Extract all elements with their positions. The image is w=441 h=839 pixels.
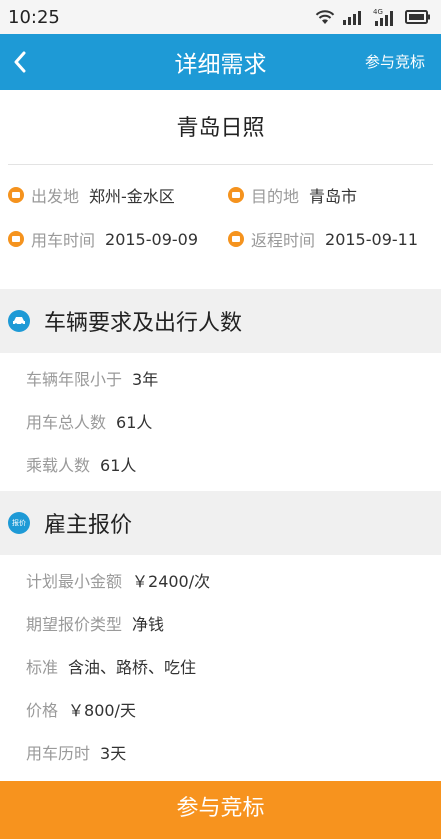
passengers-value: 61人 (100, 455, 137, 475)
return-date-label: 返程时间 (251, 231, 316, 250)
status-bar: 10:25 4G (0, 0, 441, 34)
departure-label: 出发地 (31, 187, 80, 206)
total-people-row: 用车总人数 61人 (26, 399, 152, 442)
total-people-value: 61人 (116, 412, 153, 432)
vehicle-section-title: 车辆要求及出行人数 (44, 311, 243, 336)
status-time: 10:25 (8, 6, 60, 28)
vehicle-section-header: 车辆要求及出行人数 (0, 289, 441, 353)
quote-type-value: 净钱 (132, 614, 165, 634)
standard-value: 含油、路桥、吃住 (68, 657, 197, 677)
quote-type-label: 期望报价类型 (26, 614, 123, 634)
min-amount-value: ￥2400/次 (132, 571, 211, 591)
duration-row: 用车历时 3天 (26, 730, 126, 773)
destination: 目的地 青岛市 (228, 172, 357, 218)
signal-icon (343, 11, 361, 25)
location-pin-icon (8, 187, 24, 203)
departure: 出发地 郑州-金水区 (8, 172, 175, 218)
passengers-label: 乘载人数 (26, 455, 91, 475)
return-date-value: 2015-09-11 (325, 229, 418, 249)
battery-icon (405, 10, 430, 24)
vehicle-age-label: 车辆年限小于 (26, 369, 123, 389)
calendar-icon (8, 231, 24, 247)
price-value: ￥800/天 (68, 700, 136, 720)
wifi-icon (315, 10, 335, 24)
back-button[interactable] (0, 34, 40, 90)
price-row: 价格 ￥800/天 (26, 687, 136, 730)
duration-value: 3天 (100, 743, 127, 763)
departure-value: 郑州-金水区 (89, 187, 175, 206)
status-icons: 4G (315, 8, 431, 26)
passengers-row: 乘载人数 61人 (26, 442, 136, 485)
destination-value: 青岛市 (309, 187, 358, 206)
start-date-label: 用车时间 (31, 231, 96, 250)
price-label: 价格 (26, 700, 59, 720)
route-title: 青岛日照 (176, 116, 265, 141)
chevron-left-icon (14, 51, 26, 73)
calendar-icon (228, 231, 244, 247)
divider (8, 164, 433, 165)
destination-label: 目的地 (251, 187, 300, 206)
return-date: 返程时间 2015-09-11 (228, 216, 418, 262)
standard-label: 标准 (26, 657, 59, 677)
svg-text:4G: 4G (373, 8, 383, 16)
duration-label: 用车历时 (26, 743, 91, 763)
nav-bar: 详细需求 参与竞标 (0, 34, 441, 90)
start-date: 用车时间 2015-09-09 (8, 216, 198, 262)
quote-section-title: 雇主报价 (44, 513, 133, 538)
location-pin-icon (228, 187, 244, 203)
quote-icon: 报价 (8, 512, 30, 534)
signal-4g-icon: 4G (373, 8, 393, 26)
start-date-value: 2015-09-09 (105, 229, 198, 249)
vehicle-age-row: 车辆年限小于 3年 (26, 356, 158, 399)
vehicle-age-value: 3年 (132, 369, 159, 389)
min-amount-row: 计划最小金额 ￥2400/次 (26, 558, 210, 601)
quote-type-row: 期望报价类型 净钱 (26, 601, 164, 644)
trip-row-places: 出发地 郑州-金水区 目的地 青岛市 (0, 172, 441, 218)
car-icon (8, 310, 30, 332)
bid-link[interactable]: 参与竞标 (365, 34, 425, 90)
quote-section-header: 报价 雇主报价 (0, 491, 441, 555)
min-amount-label: 计划最小金额 (26, 571, 123, 591)
trip-row-dates: 用车时间 2015-09-09 返程时间 2015-09-11 (0, 216, 441, 262)
bid-button[interactable]: 参与竞标 (0, 781, 441, 839)
total-people-label: 用车总人数 (26, 412, 107, 432)
standard-row: 标准 含油、路桥、吃住 (26, 644, 196, 687)
